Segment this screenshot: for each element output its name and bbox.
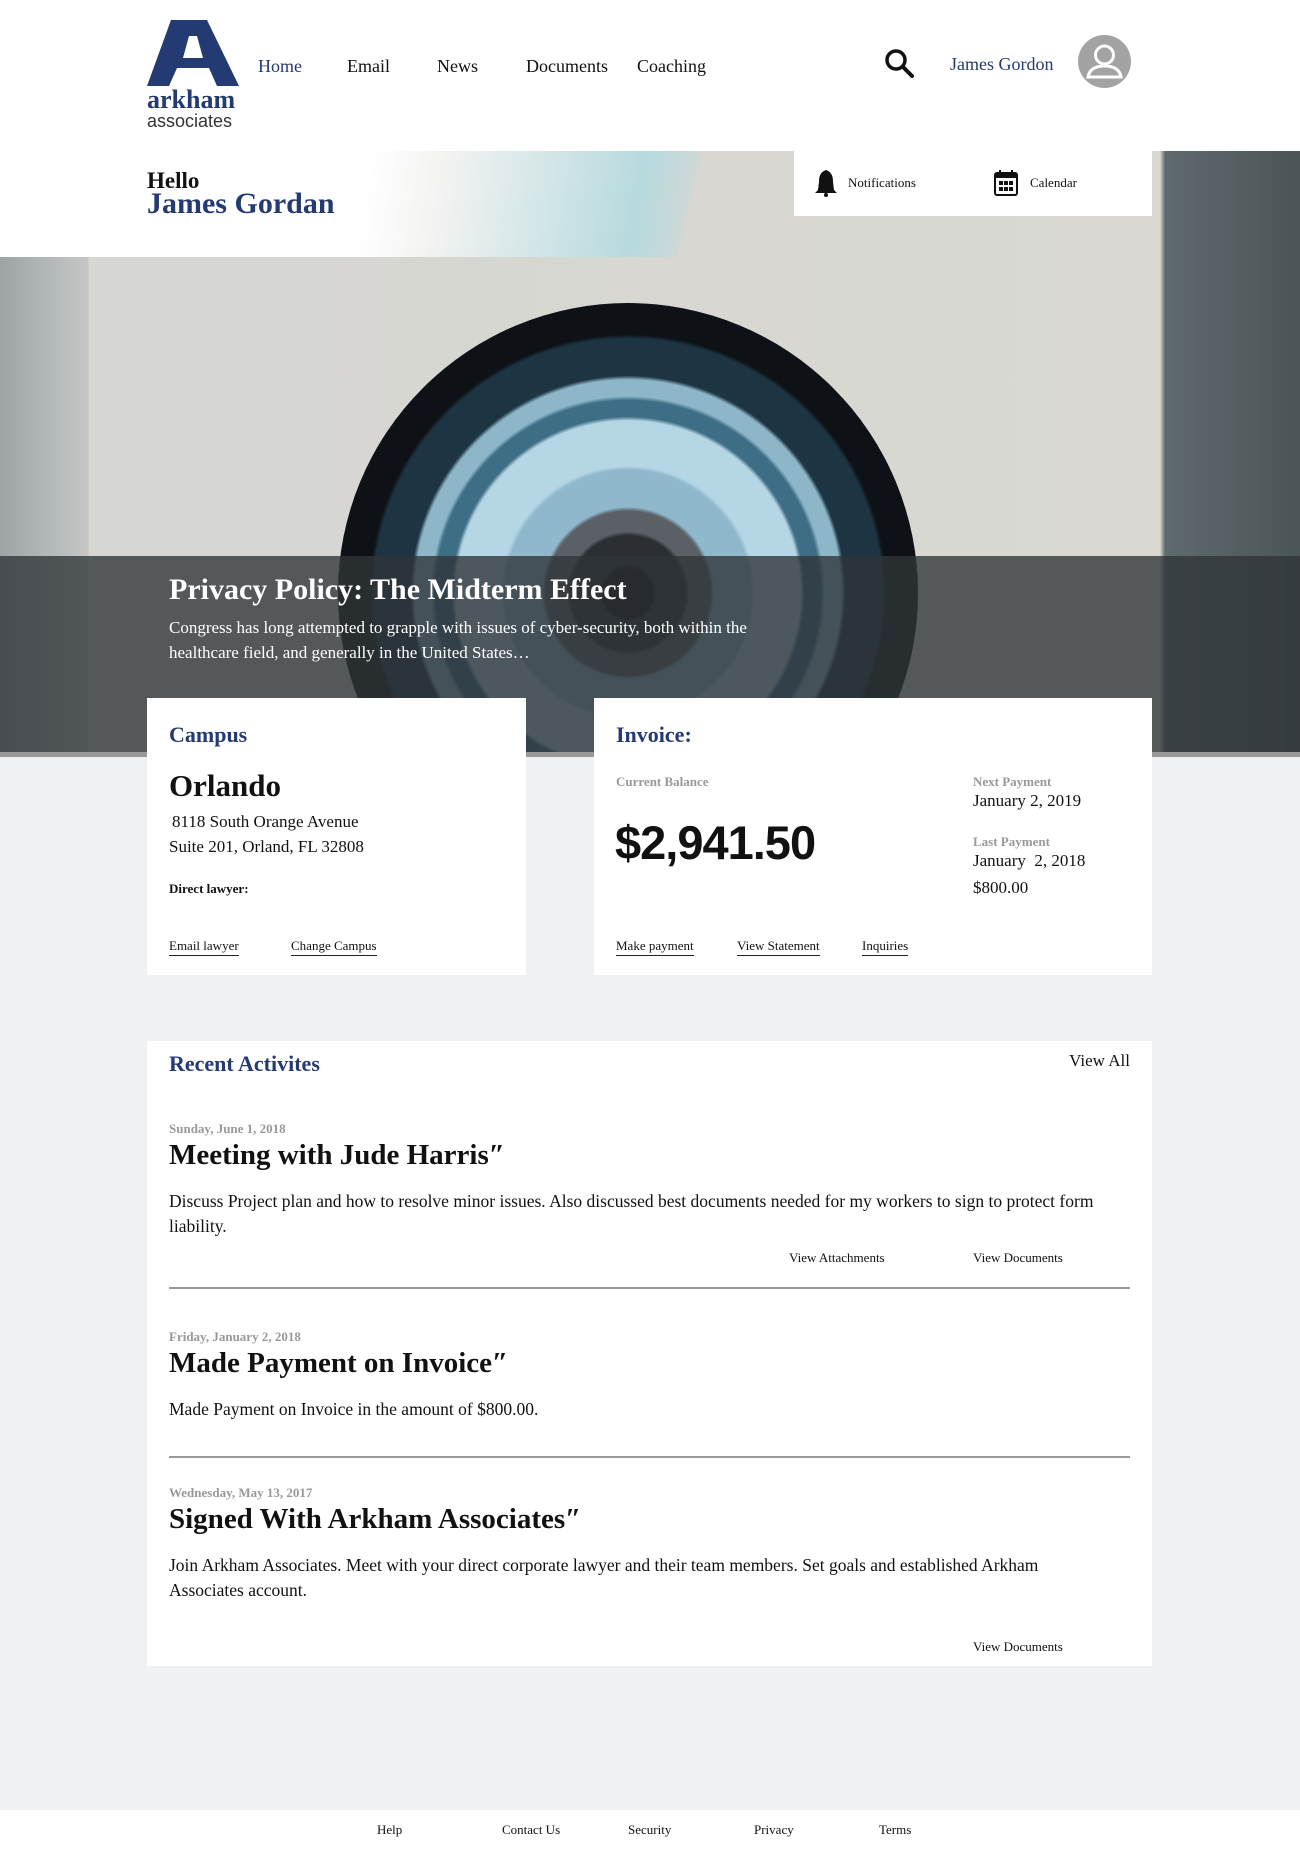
- hero-banner[interactable]: Privacy Policy: The Midterm Effect Congr…: [0, 151, 1300, 757]
- view-documents-link[interactable]: View Documents: [973, 1250, 1063, 1266]
- current-balance-label: Current Balance: [616, 774, 709, 789]
- invoice-card: Invoice: Current Balance $2,941.50 Next …: [594, 698, 1152, 975]
- campus-card: Campus Orlando 8118 South Orange Avenue …: [147, 698, 526, 975]
- greeting-name: James Gordan: [147, 187, 335, 220]
- nav-news[interactable]: News: [437, 56, 478, 77]
- last-payment-label: Last Payment: [973, 834, 1050, 849]
- user-avatar-icon[interactable]: [1078, 35, 1131, 88]
- activity-date: Friday, January 2, 2018: [169, 1329, 301, 1344]
- email-lawyer-link[interactable]: Email lawyer: [169, 938, 239, 956]
- nav-coaching[interactable]: Coaching: [637, 56, 706, 77]
- campus-address-1: 8118 South Orange Avenue: [172, 812, 359, 831]
- view-all-link[interactable]: View All: [1069, 1051, 1130, 1071]
- calendar-button[interactable]: Calendar: [994, 170, 1077, 196]
- invoice-heading: Invoice:: [616, 722, 692, 747]
- nav-email[interactable]: Email: [347, 56, 390, 77]
- activity-desc: Join Arkham Associates. Meet with your d…: [169, 1555, 1039, 1600]
- footer-contact-us[interactable]: Contact Us: [502, 1822, 560, 1838]
- campus-heading: Campus: [169, 722, 248, 747]
- footer-help[interactable]: Help: [377, 1822, 402, 1838]
- activity-desc: Made Payment on Invoice in the amount of…: [169, 1399, 539, 1419]
- activity-divider: [169, 1287, 1130, 1289]
- logo[interactable]: arkham associates: [147, 20, 242, 131]
- last-payment-amount: $800.00: [973, 878, 1029, 897]
- logo-a-icon: [147, 20, 239, 86]
- notifications-label: Notifications: [848, 175, 916, 190]
- next-payment-date: January 2, 2019: [973, 791, 1082, 810]
- logo-name: arkham: [147, 85, 236, 114]
- recent-activities-heading: Recent Activites: [169, 1051, 320, 1076]
- nav-home[interactable]: Home: [258, 56, 302, 77]
- inquiries-link[interactable]: Inquiries: [862, 938, 909, 956]
- quick-links-panel: Notifications Calendar: [794, 151, 1152, 216]
- bell-icon: [815, 170, 837, 197]
- activity-date: Sunday, June 1, 2018: [169, 1121, 286, 1136]
- make-payment-link[interactable]: Make payment: [616, 938, 694, 956]
- direct-lawyer-label: Direct lawyer:: [169, 881, 249, 896]
- logo-sub: associates: [147, 111, 233, 131]
- footer-security[interactable]: Security: [628, 1822, 671, 1838]
- notifications-button[interactable]: Notifications: [814, 169, 916, 197]
- current-balance-value: $2,941.50: [615, 816, 816, 869]
- view-attachments-link[interactable]: View Attachments: [789, 1250, 885, 1266]
- activity-date: Wednesday, May 13, 2017: [169, 1485, 313, 1500]
- calendar-label: Calendar: [1030, 175, 1077, 190]
- next-payment-label: Next Payment: [973, 774, 1052, 789]
- user-name[interactable]: James Gordon: [950, 54, 1053, 75]
- hero-desc-line1: Congress has long attempted to grapple w…: [169, 618, 747, 637]
- view-statement-link[interactable]: View Statement: [737, 938, 820, 956]
- hero-desc-line2: healthcare field, and generally in the U…: [169, 643, 530, 662]
- greeting-panel: Hello James Gordan: [0, 151, 700, 257]
- activity-title: Meeting with Jude Harris″: [169, 1139, 505, 1171]
- hero-title[interactable]: Privacy Policy: The Midterm Effect: [169, 573, 627, 607]
- footer: Help Contact Us Security Privacy Terms: [0, 1810, 1300, 1849]
- activity-title: Signed With Arkham Associates″: [169, 1503, 582, 1535]
- activity-desc: Discuss Project plan and how to resolve …: [169, 1191, 1094, 1236]
- calendar-icon: [994, 170, 1018, 196]
- header: arkham associates Home Email News Docume…: [0, 0, 1300, 151]
- view-documents-link[interactable]: View Documents: [973, 1639, 1063, 1655]
- campus-address-2: Suite 201, Orland, FL 32808: [169, 837, 364, 856]
- activity-title: Made Payment on Invoice″: [169, 1347, 509, 1379]
- footer-privacy[interactable]: Privacy: [754, 1822, 794, 1838]
- footer-terms[interactable]: Terms: [879, 1822, 911, 1838]
- nav-documents[interactable]: Documents: [526, 56, 608, 77]
- last-payment-date: January 2, 2018: [973, 851, 1086, 870]
- search-icon[interactable]: [883, 47, 915, 79]
- change-campus-link[interactable]: Change Campus: [291, 938, 377, 956]
- activity-divider: [169, 1456, 1130, 1458]
- recent-activities-card: Recent Activites View All Sunday, June 1…: [147, 1041, 1152, 1666]
- campus-city: Orlando: [169, 768, 281, 803]
